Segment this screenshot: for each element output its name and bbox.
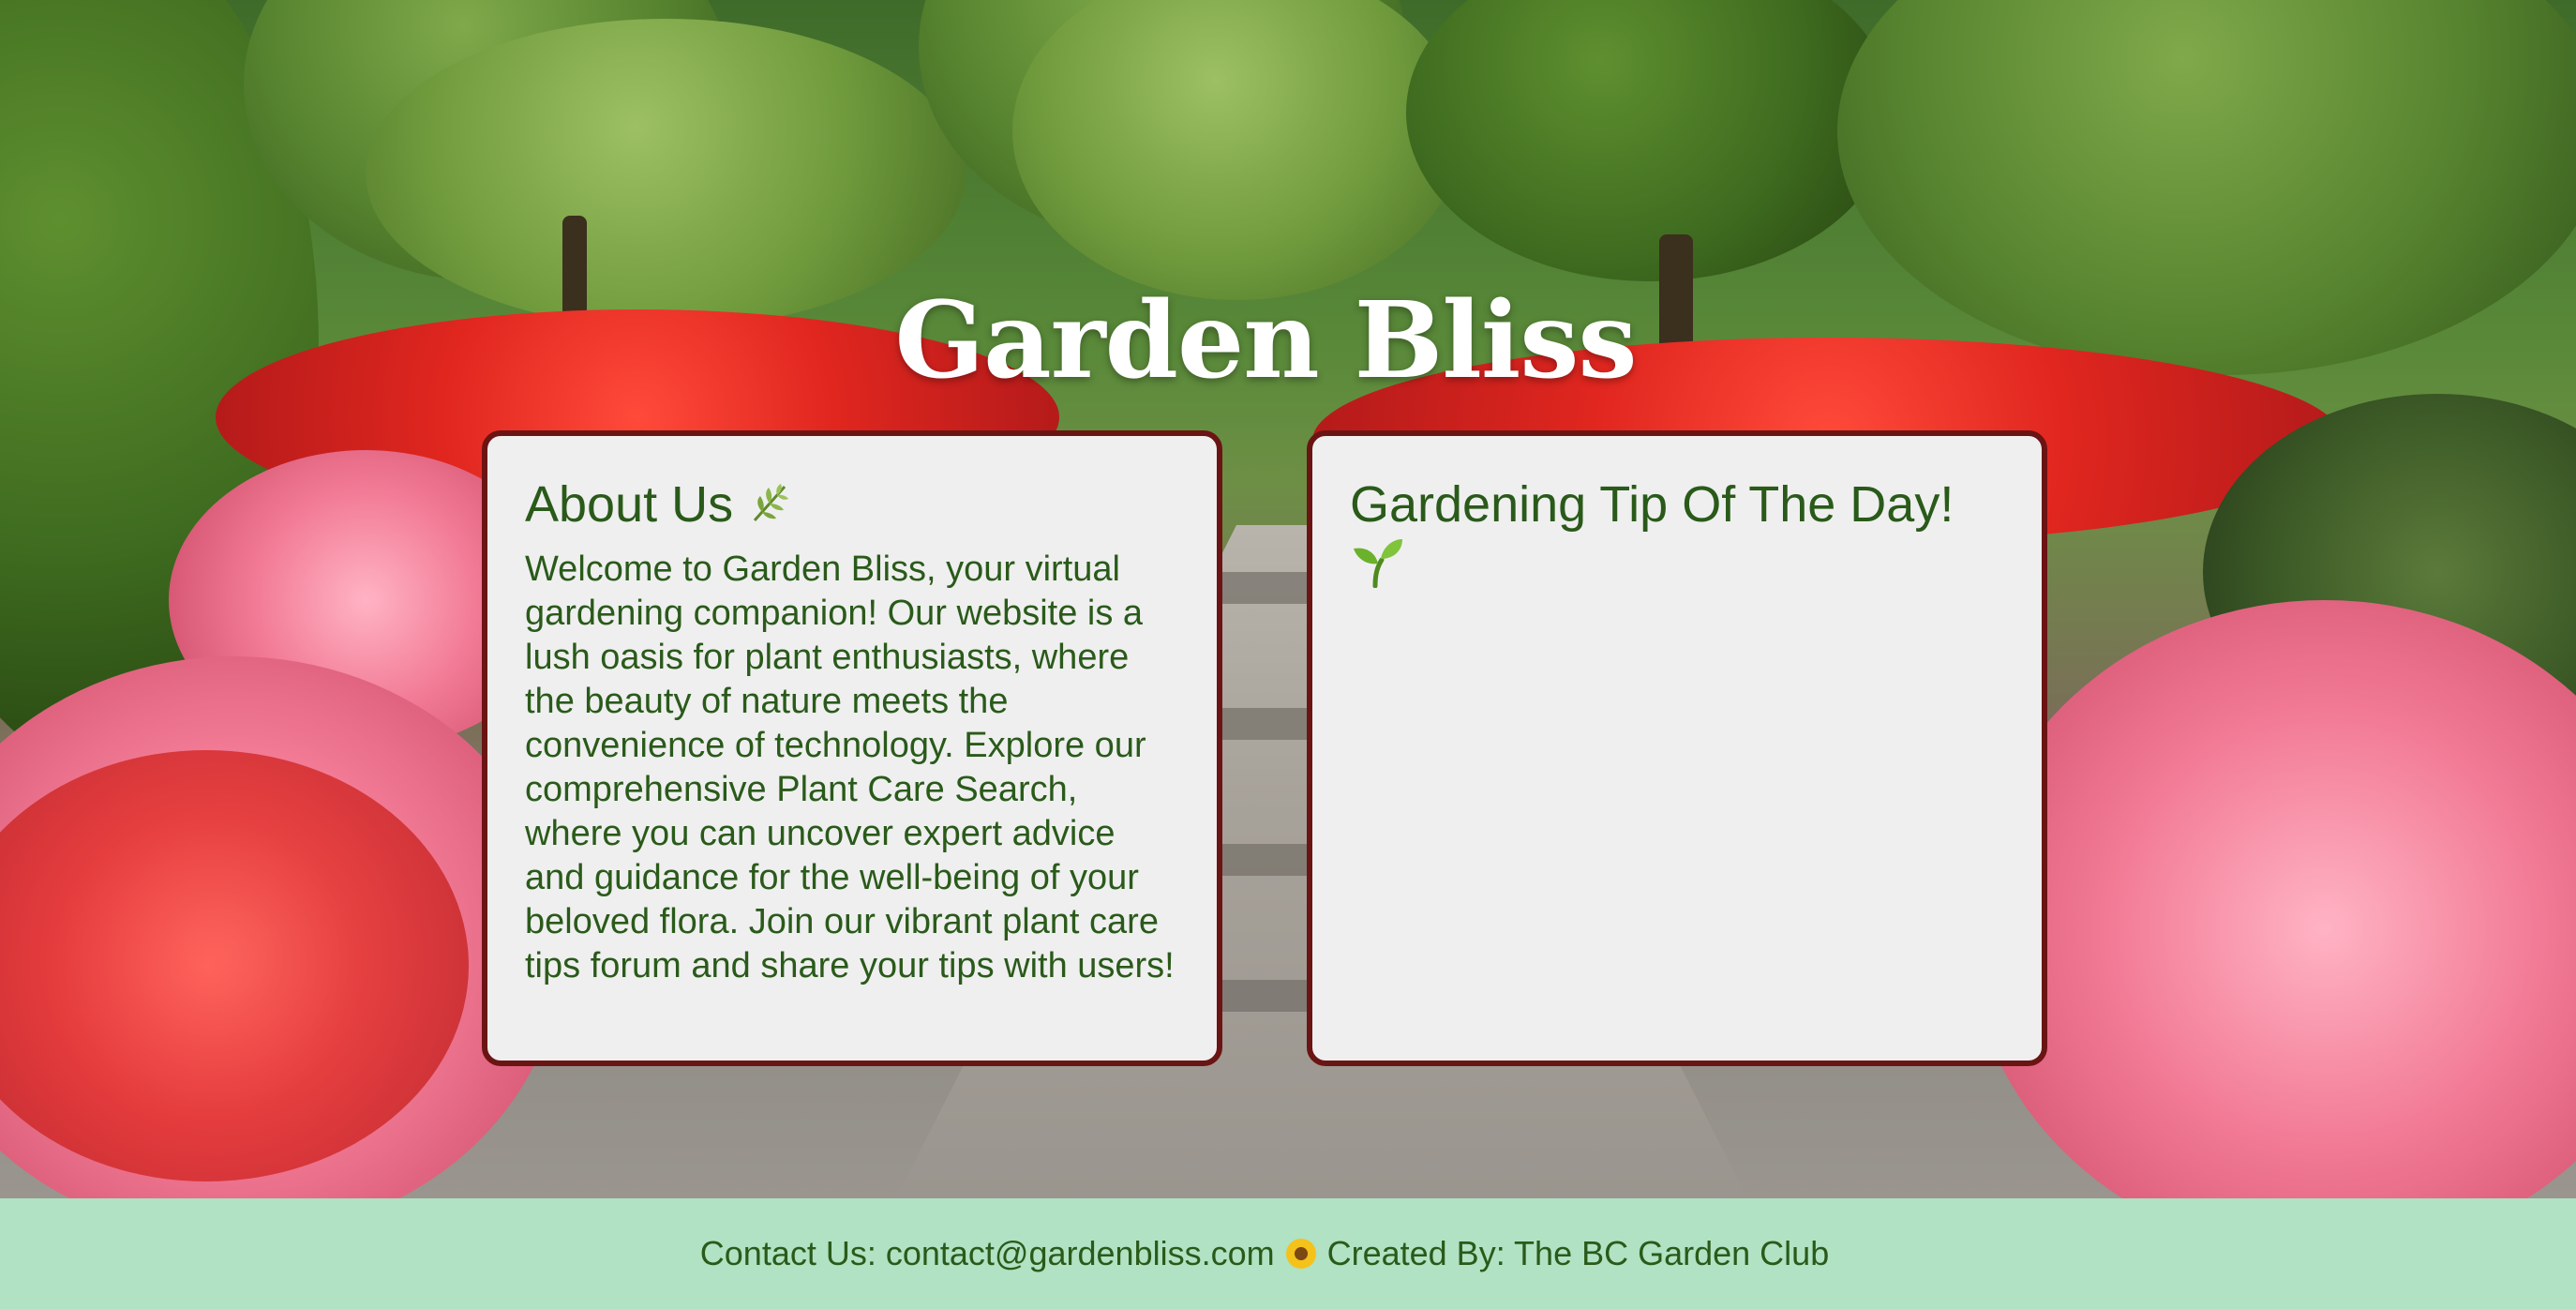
gardening-tip-heading-text: Gardening Tip Of The Day! <box>1350 476 1954 533</box>
created-by-text: Created By: The BC Garden Club <box>1326 1234 1830 1272</box>
about-us-card: About Us Welcome to Garden Bliss, your v… <box>482 430 1222 1066</box>
contact-label: Contact Us: <box>699 1234 886 1272</box>
seedling-icon <box>1350 534 1404 600</box>
gardening-tip-card: Gardening Tip Of The Day! <box>1307 430 2047 1066</box>
about-us-heading-text: About Us <box>525 476 734 533</box>
about-us-body: Welcome to Garden Bliss, your virtual ga… <box>525 549 1175 986</box>
sunflower-icon <box>1285 1239 1316 1269</box>
herb-leaf-icon <box>747 477 796 538</box>
gardening-tip-heading: Gardening Tip Of The Day! <box>1350 475 2004 600</box>
page-footer: Contact Us: contact@gardenbliss.com Crea… <box>0 1198 2576 1309</box>
site-title: Garden Bliss <box>894 279 1637 402</box>
about-us-heading: About Us <box>525 475 1179 538</box>
garden-background-image <box>0 0 2576 1198</box>
contact-email-link[interactable]: contact@gardenbliss.com <box>886 1234 1275 1273</box>
